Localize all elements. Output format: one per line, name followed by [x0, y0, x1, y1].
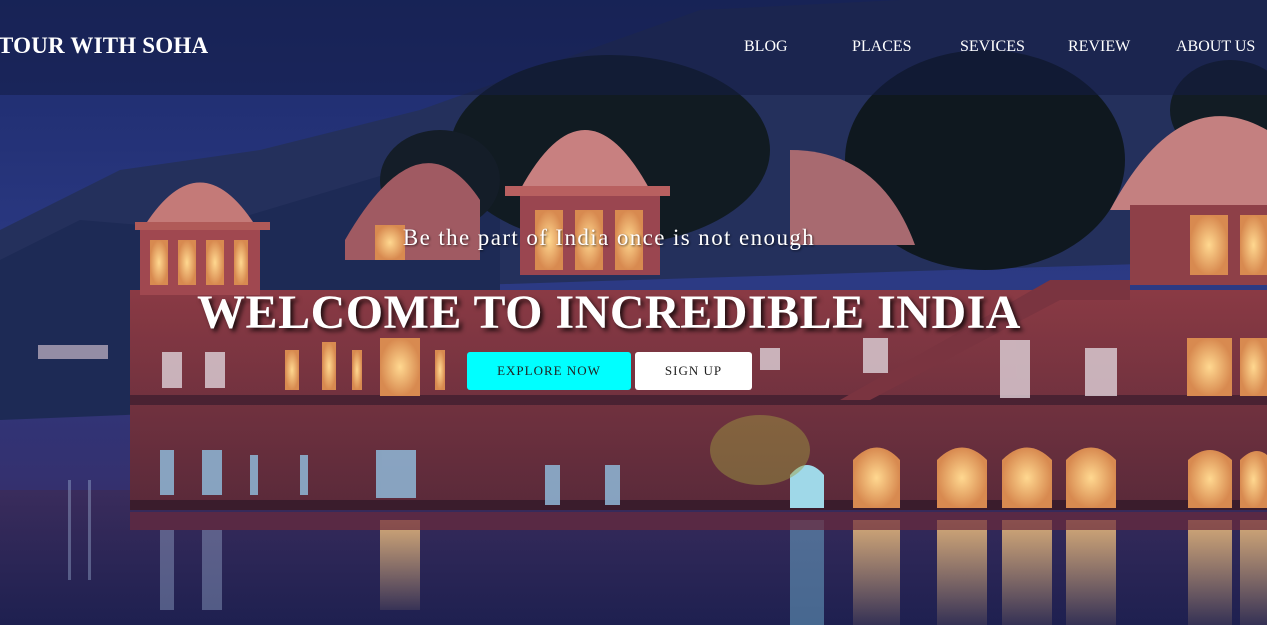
nav-item-review[interactable]: REVIEW	[1068, 38, 1130, 56]
nav-item-blog[interactable]: BLOG	[744, 38, 788, 56]
sign-up-button[interactable]: SIGN UP	[635, 352, 752, 390]
hero-section: TOUR WITH SOHA BLOG PLACES SEVICES REVIE…	[0, 0, 1267, 625]
nav-item-services[interactable]: SEVICES	[960, 38, 1025, 56]
nav-item-about-us[interactable]: ABOUT US	[1176, 38, 1255, 56]
hero-headline: WELCOME TO INCREDIBLE INDIA	[197, 286, 1021, 339]
brand-logo-text[interactable]: TOUR WITH SOHA	[0, 33, 208, 59]
top-navbar: TOUR WITH SOHA BLOG PLACES SEVICES REVIE…	[0, 0, 1267, 95]
explore-now-button[interactable]: EXPLORE NOW	[467, 352, 631, 390]
nav-item-places[interactable]: PLACES	[852, 38, 912, 56]
hero-tagline: Be the part of India once is not enough	[402, 225, 816, 250]
